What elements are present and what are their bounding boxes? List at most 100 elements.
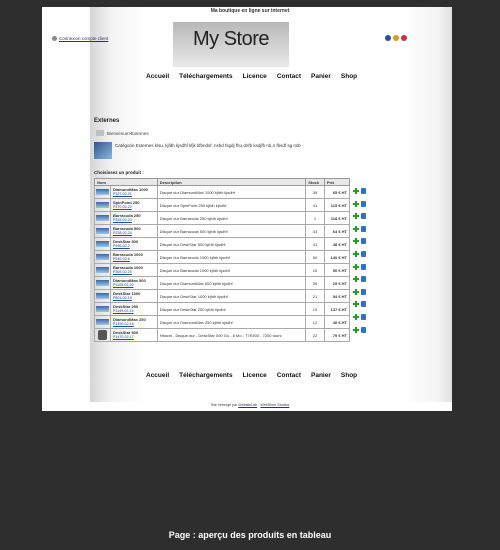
product-ref[interactable]: P470-02-22 [113,205,155,209]
header-price[interactable]: Prix [323,178,351,186]
product-name-cell: DiamondMax 250 P1490-02-16 [110,315,158,329]
product-thumbnail[interactable] [96,267,109,273]
add-icon[interactable] [353,314,359,320]
nav-item-4[interactable]: Panier [311,73,331,80]
row-action-group [353,238,366,245]
breadcrumb-text[interactable]: Bienvenue>Externes [107,131,149,136]
es-flag-icon[interactable] [393,35,399,41]
product-description: Disque dur DiamondMax 1000 kjfdh kjsdhf [156,185,307,199]
product-thumbnail[interactable] [98,330,107,340]
product-price: 65 € HT [323,185,351,199]
product-ref[interactable]: P240-02-6 [113,257,155,261]
product-ref[interactable]: P496-02-2 [113,244,155,248]
row-action-group [353,276,366,283]
cart-icon[interactable] [361,276,366,283]
product-ref[interactable]: P269-02-25 [113,270,155,274]
cart-icon[interactable] [361,213,366,220]
add-icon[interactable] [353,238,359,245]
footer-link-1[interactable]: WebsiteLab [238,403,257,407]
table-row[interactable]: Barracuda 500 P238-02-24 Disque dur Barrac… [94,224,351,238]
cart-icon[interactable] [361,225,366,232]
header-stock[interactable]: Stock [305,178,325,186]
table-row[interactable]: DiamondMax 250 P1490-02-16 Disque dur Diam… [94,315,351,329]
add-icon[interactable] [353,200,359,207]
product-thumbnail[interactable] [96,280,109,286]
product-stock: 41 [305,237,325,251]
nav-item-3[interactable]: Contact [277,73,301,80]
table-row[interactable]: DiamondMax 1000 P327-02-21 Disque dur Diam… [94,185,351,199]
table-row[interactable]: DeskStar 1000 P801-02-19 Disque dur DeskSt… [94,289,351,303]
table-row[interactable]: DeskStar 250 P1149-02-15 Disque dur DeskSt… [94,302,351,316]
product-ref[interactable]: P1149-02-15 [113,309,155,313]
login-link[interactable]: Connexion compte client [52,36,108,41]
product-thumbnail[interactable] [96,319,109,325]
store-logo[interactable]: My Store [173,22,289,67]
product-ref[interactable]: P1105-02-20 [113,283,155,287]
product-description: Disque dur SpinPoint 250 kjfdh kjsdhf [156,198,307,212]
nav-item-0[interactable]: Accueil [146,73,169,80]
product-ref[interactable]: P238-02-24 [113,231,155,235]
product-thumbnail[interactable] [96,189,109,195]
nav-item-3[interactable]: Contact [277,372,301,379]
product-thumbnail[interactable] [96,202,109,208]
product-thumbnail[interactable] [96,215,109,221]
cart-icon[interactable] [361,238,366,245]
cart-icon[interactable] [361,251,366,257]
product-ref[interactable]: P327-02-21 [113,192,155,196]
product-stock: 1 [305,211,325,225]
product-thumbnail[interactable] [96,241,109,247]
header-description[interactable]: Description [156,178,307,186]
product-stock: 19 [305,302,325,316]
nav-item-0[interactable]: Accueil [146,372,169,379]
product-thumbnail-cell [94,302,111,316]
table-row[interactable]: Barracuda 1000 P269-02-25 Disque dur Barra… [94,263,351,277]
fr-flag-icon[interactable] [401,35,407,41]
add-icon[interactable] [353,276,359,283]
add-icon[interactable] [353,326,359,333]
cart-icon[interactable] [361,200,366,207]
nav-item-5[interactable]: Shop [341,372,357,379]
footer-link-2[interactable]: WebStore Studios [260,403,289,407]
cart-icon[interactable] [361,188,366,194]
header-name[interactable]: Nom [94,178,158,186]
nav-item-1[interactable]: Téléchargements [179,73,232,80]
product-thumbnail-cell [94,315,111,329]
nav-item-2[interactable]: Licence [243,73,267,80]
product-thumbnail[interactable] [96,293,109,299]
product-ref[interactable]: P801-02-19 [113,296,155,300]
add-icon[interactable] [353,188,359,194]
add-icon[interactable] [353,213,359,220]
product-thumbnail[interactable] [96,254,109,260]
cart-icon[interactable] [361,263,366,270]
nav-item-2[interactable]: Licence [243,372,267,379]
cart-icon[interactable] [361,288,366,295]
table-row[interactable]: DeskStar 500 P1470-02-17 Hitachi - Disque … [94,328,351,342]
nav-item-1[interactable]: Téléchargements [179,372,232,379]
product-ref[interactable]: P345-02-23 [113,218,155,222]
table-row[interactable]: SpinPoint 250 P470-02-22 Disque dur SpinPo… [94,198,351,212]
product-description: Disque dur DiamondMax 250 kjfdh kjsdhf [156,315,307,329]
row-action-group [353,251,366,257]
add-icon[interactable] [353,288,359,295]
product-thumbnail[interactable] [96,228,109,234]
product-thumbnail-cell [94,224,111,238]
add-icon[interactable] [353,225,359,232]
table-row[interactable]: Barracuda 1000 P240-02-6 Disque dur Barrac… [94,250,351,264]
add-icon[interactable] [353,301,359,308]
product-description: Disque dur Barracuda 500 kjfdh kjsdhf [156,224,307,238]
table-row[interactable]: Barracuda 250 P345-02-23 Disque dur Barrac… [94,211,351,225]
table-row[interactable]: DeskStar 500 P496-02-2 Disque dur DeskStar… [94,237,351,251]
nav-item-5[interactable]: Shop [341,73,357,80]
uk-flag-icon[interactable] [385,35,391,41]
product-ref[interactable]: P1490-02-16 [113,322,155,326]
cart-icon[interactable] [361,301,366,308]
nav-item-4[interactable]: Panier [311,372,331,379]
cart-icon[interactable] [361,326,366,333]
add-icon[interactable] [353,263,359,270]
table-row[interactable]: DiamondMax 500 P1105-02-20 Disque dur Diam… [94,276,351,290]
top-navigation: Accueil Téléchargements Licence Contact Pani… [146,73,357,80]
add-icon[interactable] [353,251,359,257]
product-thumbnail[interactable] [96,306,109,312]
product-ref[interactable]: P1470-02-17 [113,335,155,339]
cart-icon[interactable] [361,314,366,320]
